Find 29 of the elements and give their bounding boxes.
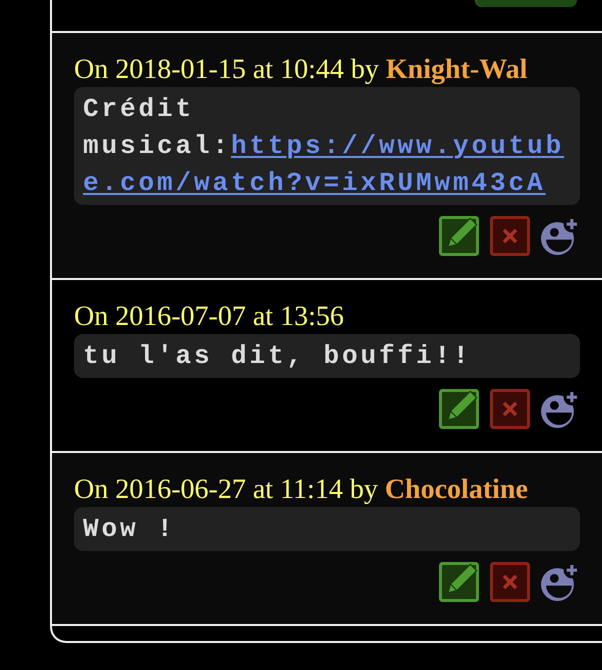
comment-date: On 2016-06-27 at 11:14 by [74,474,378,505]
comment-text: Crédit musical:https://www.youtub e.com/watch?v=ixRUMwm43cA [74,87,580,205]
edit-button[interactable] [439,216,479,256]
pencil-square-icon [439,562,479,602]
cross-square-icon [490,389,530,429]
comment-text: tu l'as dit, bouffi!! [74,334,580,378]
cross-square-icon [490,216,530,256]
link[interactable]: https://www.youtub [231,130,564,160]
add-reaction-button[interactable] [541,564,578,600]
cross-square-icon [490,562,530,602]
add-reaction-button[interactable] [541,390,578,428]
comment-text: Wow ! [74,507,580,551]
comment-date: On 2018-01-15 at 10:44 by [74,54,379,85]
add-reaction-button[interactable] [541,218,578,254]
author-link[interactable]: Chocolatine [384,474,528,505]
comment-date: On 2016-07-07 at 13:56 [74,301,344,332]
edit-button[interactable] [439,389,479,429]
delete-button[interactable] [490,562,530,602]
link[interactable]: e.com/watch?v=ixRUMwm43cA [83,168,546,198]
delete-button[interactable] [490,216,530,256]
cut-off-button[interactable] [475,0,577,7]
pencil-square-icon [439,216,479,256]
smiley-plus-icon [541,390,578,428]
smiley-plus-icon [541,218,578,254]
pencil-square-icon [439,389,479,429]
delete-button[interactable] [490,389,530,429]
edit-button[interactable] [439,562,479,602]
author-link[interactable]: Knight-Wal [386,54,528,85]
smiley-plus-icon [541,564,578,600]
